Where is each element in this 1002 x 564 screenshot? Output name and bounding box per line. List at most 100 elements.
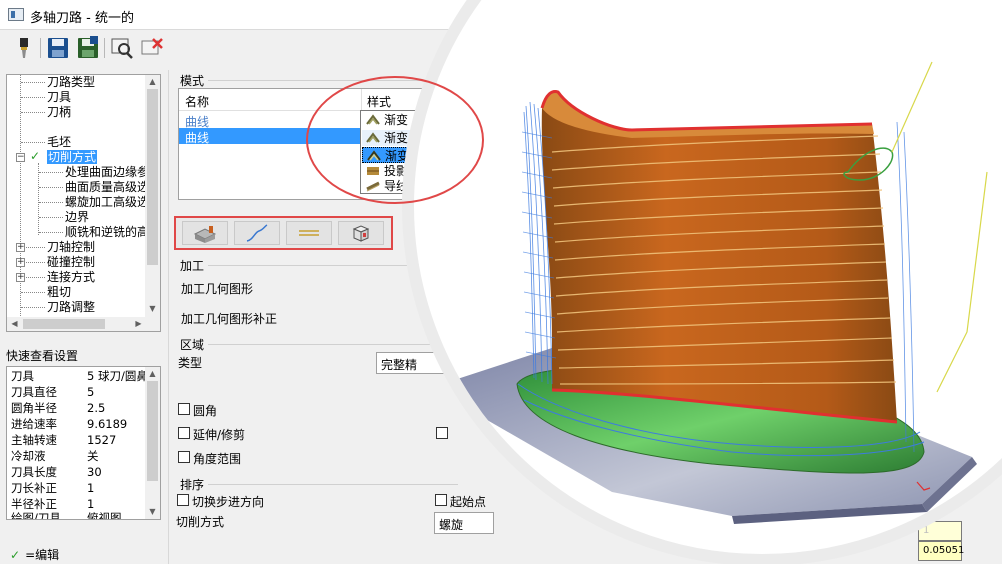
quickview-row: 刀长补正 1 <box>11 480 94 496</box>
stock-box-icon <box>352 225 370 242</box>
expand-icon[interactable]: + <box>16 273 25 282</box>
quickview-scrollbar[interactable]: ▲ ▼ <box>145 367 160 519</box>
expand-icon[interactable]: + <box>16 243 25 252</box>
quickview-key: 圆角半径 <box>11 401 57 415</box>
type-value: 完整精 <box>381 358 418 372</box>
check-icon: ✓ <box>10 548 21 562</box>
region-option-checkbox[interactable] <box>436 427 448 439</box>
settings-tree: 刀路类型 刀具 刀柄 毛坯 − ✓ 切削方式 处理曲面边缘参 曲面质量高级选 螺… <box>6 74 161 332</box>
expand-icon[interactable]: + <box>16 258 25 267</box>
tree-item-holder[interactable]: 刀柄 <box>47 105 71 120</box>
tree-guide <box>39 217 63 218</box>
window-title: 多轴刀路 - 统一的 <box>30 11 134 26</box>
tree-item-stock[interactable]: 毛坯 <box>47 135 71 150</box>
tree-guide <box>26 277 45 278</box>
geometry-tool-strip <box>174 216 393 250</box>
tree-item-linking[interactable]: 连接方式 <box>47 270 95 285</box>
group-divider <box>208 344 458 345</box>
tree-guide <box>21 82 45 83</box>
curve-geometry-button[interactable] <box>234 221 280 245</box>
tree-item-spiral-advanced[interactable]: 螺旋加工高级选 <box>65 195 149 210</box>
tree-guide <box>39 172 63 173</box>
save-as-icon[interactable] <box>76 36 100 60</box>
panel-divider <box>168 70 169 564</box>
extend-trim-label: 延伸/修剪 <box>193 428 246 442</box>
preview-icon[interactable] <box>110 36 134 60</box>
scroll-thumb[interactable] <box>147 89 158 265</box>
edit-label: =编辑 <box>25 548 60 562</box>
quickview-value: 关 <box>87 449 99 463</box>
tree-vertical-scrollbar[interactable]: ▲ ▼ <box>145 75 160 317</box>
tree-item-toolpath-adjust[interactable]: 刀路调整 <box>47 300 95 315</box>
collapse-icon[interactable]: − <box>16 153 25 162</box>
corner-checkbox[interactable] <box>178 403 190 415</box>
stock-geometry-button[interactable] <box>338 221 384 245</box>
cut-method-value: 螺旋 <box>439 518 464 532</box>
tree-item-collision[interactable]: 碰撞控制 <box>47 255 95 270</box>
quickview-row: 刀具 5 球刀/圆鼻 <box>11 368 148 384</box>
lines-geometry-button[interactable] <box>286 221 332 245</box>
scroll-up-icon[interactable]: ▲ <box>145 76 160 88</box>
tree-item-roughing[interactable]: 粗切 <box>47 285 71 300</box>
quickview-row: 圆角半径 2.5 <box>11 400 105 416</box>
tree-guide <box>39 202 63 203</box>
quickview-key: 刀长补正 <box>11 481 57 495</box>
scroll-right-icon[interactable]: ▶ <box>131 318 146 330</box>
quickview-key: 进给速率 <box>11 417 57 431</box>
quickview-key: 主轴转速 <box>11 433 57 447</box>
sort-group-label: 排序 <box>180 478 205 492</box>
scroll-thumb[interactable] <box>23 319 105 329</box>
quickview-row: 绘图/刀具 俯视图 <box>11 510 122 520</box>
tree-item-tool[interactable]: 刀具 <box>47 90 71 105</box>
tree-guide <box>38 163 39 235</box>
tree-item-tool-axis[interactable]: 刀轴控制 <box>47 240 95 255</box>
angle-range-label: 角度范围 <box>193 452 242 466</box>
scroll-down-icon[interactable]: ▼ <box>145 506 160 518</box>
scroll-up-icon[interactable]: ▲ <box>145 368 160 380</box>
quickview-key: 刀具长度 <box>11 465 57 479</box>
quickview-key: 半径补正 <box>11 497 57 511</box>
angle-range-checkbox[interactable] <box>178 451 190 463</box>
tree-item-climb-conventional[interactable]: 顺铣和逆铣的高 <box>65 225 149 240</box>
cut-method-select[interactable]: 螺旋 <box>434 512 494 534</box>
tree-item-cut-pattern[interactable]: 切削方式 <box>47 150 98 165</box>
edit-legend: ✓ =编辑 <box>10 546 59 563</box>
start-point-checkbox[interactable] <box>435 494 447 506</box>
quickview-title: 快速查看设置 <box>6 349 79 363</box>
quickview-key: 冷却液 <box>11 449 46 463</box>
quickview-key: 绘图/刀具 <box>11 511 61 520</box>
save-icon[interactable] <box>46 36 70 60</box>
group-divider <box>208 484 458 485</box>
tree-item-boundary[interactable]: 边界 <box>65 210 89 225</box>
toolpath-preview-viewport[interactable] <box>402 0 1002 564</box>
quickview-value: 9.6189 <box>87 417 128 431</box>
step-direction-checkbox[interactable] <box>177 494 189 506</box>
value-field-2[interactable]: 0.05051 <box>918 541 964 561</box>
tree-guide <box>21 142 45 143</box>
extend-trim-checkbox[interactable] <box>178 427 190 439</box>
name-column-header[interactable]: 名称 <box>185 93 209 110</box>
tree-horizontal-scrollbar[interactable]: ◀ ▶ <box>7 317 160 331</box>
scroll-thumb[interactable] <box>147 381 158 481</box>
quickview-key: 刀具 <box>11 369 34 383</box>
machining-group-label: 加工 <box>180 259 205 273</box>
tool-select-icon[interactable] <box>12 36 36 60</box>
start-point-label: 起始点 <box>450 495 487 509</box>
quickview-row: 主轴转速 1527 <box>11 432 116 448</box>
solid-geometry-button[interactable] <box>182 221 228 245</box>
tree-item-toolpath-type[interactable]: 刀路类型 <box>47 75 95 90</box>
scroll-left-icon[interactable]: ◀ <box>7 318 22 330</box>
corner-label: 圆角 <box>193 404 218 418</box>
quickview-value: 2.5 <box>87 401 106 415</box>
parallel-lines-icon <box>299 230 319 236</box>
quickview-row: 刀具长度 30 <box>11 464 102 480</box>
delete-icon[interactable] <box>140 36 164 60</box>
tree-item-surface-edges[interactable]: 处理曲面边缘参 <box>65 165 149 180</box>
tree-guide <box>21 112 45 113</box>
quickview-row: 刀具直径 5 <box>11 384 94 400</box>
machining-geometry-offset-label[interactable]: 加工几何图形补正 <box>181 310 277 327</box>
machining-geometry-label[interactable]: 加工几何图形 <box>181 280 253 297</box>
scroll-down-icon[interactable]: ▼ <box>145 303 160 315</box>
tree-item-surface-quality[interactable]: 曲面质量高级选 <box>65 180 149 195</box>
check-icon: ✓ <box>30 149 41 163</box>
